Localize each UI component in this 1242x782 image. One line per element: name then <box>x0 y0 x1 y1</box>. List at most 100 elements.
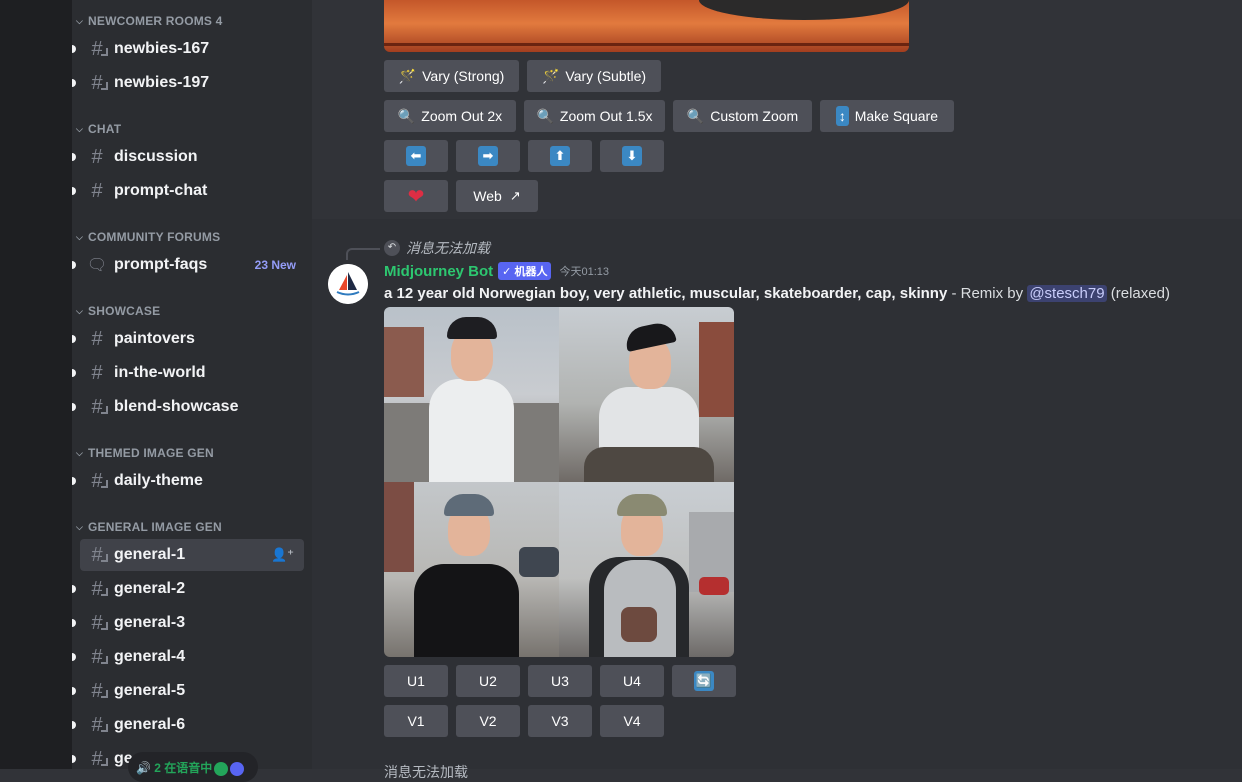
camo-pants <box>584 447 714 482</box>
up-down-arrow-icon: ↕ <box>836 106 849 126</box>
channel-prompt-chat[interactable]: # prompt-chat <box>72 175 304 207</box>
arrow-down-icon: ⬇ <box>622 146 642 166</box>
thread-channel-icon: # <box>80 714 114 737</box>
timestamp[interactable]: 今天01:13 <box>559 263 609 279</box>
zoom-out-2x-button[interactable]: 🔍 Zoom Out 2x <box>384 100 516 132</box>
user-mention[interactable]: @stesch79 <box>1027 285 1107 302</box>
bot-badge: ✓ 机器人 <box>498 262 552 280</box>
custom-zoom-button[interactable]: 🔍 Custom Zoom <box>673 100 812 132</box>
hash-icon: # <box>91 327 103 350</box>
forum-icon: 🗨 <box>86 257 108 274</box>
chevron-down-icon: ⌵ <box>76 521 84 532</box>
channel-blend-showcase[interactable]: # blend-showcase <box>72 391 304 423</box>
upscale-2-button[interactable]: U2 <box>456 665 520 697</box>
zoom-out-1-5x-button[interactable]: 🔍 Zoom Out 1.5x <box>524 100 665 132</box>
channel-general-4[interactable]: # general-4 <box>72 641 304 673</box>
channel-in-the-world[interactable]: # in-the-world <box>72 357 304 389</box>
sailboat-logo-icon <box>328 264 368 304</box>
bot-avatar[interactable] <box>328 264 368 304</box>
vary-strong-button[interactable]: 🪄 Vary (Strong) <box>384 60 519 92</box>
thread-channel-icon: # <box>80 612 114 635</box>
category-showcase[interactable]: ⌵ SHOWCASE <box>76 304 160 318</box>
arrow-up-icon: ⬆ <box>550 146 570 166</box>
white-shirt <box>429 379 514 482</box>
channel-general-1[interactable]: # general-1 👤⁺ <box>80 539 304 571</box>
reply-reference[interactable]: ↶ 消息无法加载 <box>346 238 490 260</box>
favorite-button[interactable]: ❤ <box>384 180 448 212</box>
variation-2-button[interactable]: V2 <box>456 705 520 737</box>
magic-wand-icon: 🪄 <box>541 67 560 84</box>
reroll-button[interactable]: 🔄 <box>672 665 736 697</box>
author-name[interactable]: Midjourney Bot <box>384 263 493 280</box>
category-chat[interactable]: ⌵ CHAT <box>76 122 121 136</box>
variation-1-button[interactable]: V1 <box>384 705 448 737</box>
category-themed-image-gen[interactable]: ⌵ THEMED IMAGE GEN <box>76 446 214 460</box>
pan-left-button[interactable]: ⬅ <box>384 140 448 172</box>
channel-sidebar: ⌵ NEWCOMER ROOMS 4 # newbies-167 # newbies-… <box>72 0 312 769</box>
image-tile-4[interactable] <box>559 482 734 657</box>
pan-right-button[interactable]: ➡ <box>456 140 520 172</box>
channel-paintovers[interactable]: # paintovers <box>72 323 304 355</box>
make-square-button[interactable]: ↕ Make Square <box>820 100 954 132</box>
unread-indicator <box>72 687 76 695</box>
channel-newbies-167[interactable]: # newbies-167 <box>72 33 304 65</box>
unread-indicator <box>72 653 76 661</box>
upscale-4-button[interactable]: U4 <box>600 665 664 697</box>
magic-wand-icon: 🪄 <box>398 67 417 84</box>
channel-general-3[interactable]: # general-3 <box>72 607 304 639</box>
chevron-down-icon: ⌵ <box>76 447 84 458</box>
thread-channel-icon: # <box>80 646 114 669</box>
shoe-shape <box>699 0 909 20</box>
vary-subtle-button[interactable]: 🪄 Vary (Subtle) <box>527 60 661 92</box>
heart-icon: ❤ <box>407 185 425 208</box>
message-header: Midjourney Bot ✓ 机器人 今天01:13 <box>384 262 609 280</box>
channel-daily-theme[interactable]: # daily-theme <box>72 465 304 497</box>
channel-general-6[interactable]: # general-6 <box>72 709 304 741</box>
unread-indicator <box>72 261 76 269</box>
upscale-3-button[interactable]: U3 <box>528 665 592 697</box>
cap <box>617 494 667 516</box>
category-community-forums[interactable]: ⌵ COMMUNITY FORUMS <box>76 230 220 244</box>
web-link-button[interactable]: Web ↗ <box>456 180 538 212</box>
channel-discussion[interactable]: # discussion <box>72 141 304 173</box>
thread-channel-icon: # <box>80 578 114 601</box>
server-list <box>0 0 72 769</box>
category-general-image-gen[interactable]: ⌵ GENERAL IMAGE GEN <box>76 520 222 534</box>
shirt-print <box>621 607 657 642</box>
add-user-icon[interactable]: 👤⁺ <box>271 547 294 563</box>
variation-4-button[interactable]: V4 <box>600 705 664 737</box>
channel-newbies-197[interactable]: # newbies-197 <box>72 67 304 99</box>
thread-channel-icon: # <box>80 680 114 703</box>
image-tile-1[interactable] <box>384 307 559 482</box>
category-newcomer-rooms[interactable]: ⌵ NEWCOMER ROOMS 4 <box>76 14 223 28</box>
voice-activity-pill[interactable]: 🔊 2 在语音中 <box>128 752 258 782</box>
image-tile-2[interactable] <box>559 307 734 482</box>
chevron-down-icon: ⌵ <box>76 123 84 134</box>
magnifier-icon: 🔍 <box>686 107 705 124</box>
new-posts-badge: 23 New <box>254 258 296 272</box>
external-link-icon: ↗ <box>509 188 521 203</box>
magnifier-icon: 🔍 <box>397 107 416 124</box>
upscale-1-button[interactable]: U1 <box>384 665 448 697</box>
image-tile-3[interactable] <box>384 482 559 657</box>
reply-icon: ↶ <box>384 240 400 256</box>
channel-general-2[interactable]: # general-2 <box>72 573 304 605</box>
pan-down-button[interactable]: ⬇ <box>600 140 664 172</box>
channel-prompt-faqs[interactable]: 🗨 prompt-faqs 23 New <box>72 249 304 281</box>
hash-icon: # <box>91 361 103 384</box>
black-shirt <box>414 564 519 657</box>
previous-image-attachment[interactable] <box>384 0 909 52</box>
channel-general-5[interactable]: # general-5 <box>72 675 304 707</box>
hash-icon: # <box>91 179 103 202</box>
next-reply-reference[interactable]: 消息无法加载 <box>384 762 468 782</box>
hash-icon: # <box>91 145 103 168</box>
car <box>699 577 729 595</box>
image-grid[interactable] <box>384 307 734 657</box>
pan-up-button[interactable]: ⬆ <box>528 140 592 172</box>
variation-3-button[interactable]: V3 <box>528 705 592 737</box>
building <box>699 322 734 417</box>
reply-connector <box>346 248 380 260</box>
prompt-text: a 12 year old Norwegian boy, very athlet… <box>384 285 1170 302</box>
cap <box>447 317 497 339</box>
building <box>384 327 424 397</box>
